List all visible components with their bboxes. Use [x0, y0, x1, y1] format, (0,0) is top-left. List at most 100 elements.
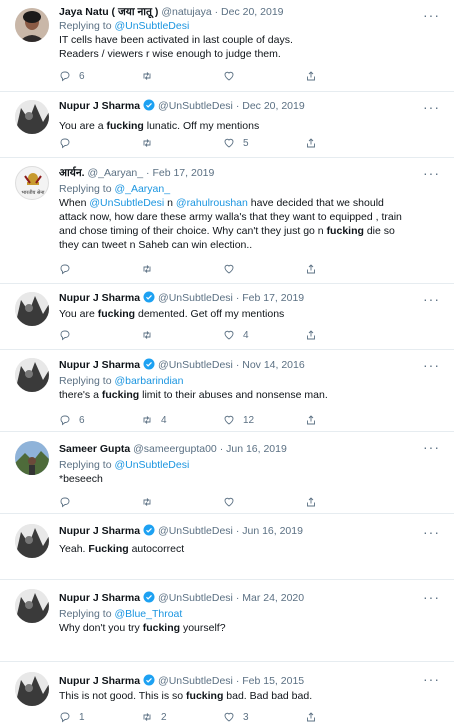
tweet-actions: [59, 495, 389, 509]
reply-button[interactable]: [59, 136, 79, 150]
display-name[interactable]: Nupur J Sharma: [59, 292, 140, 304]
share-button[interactable]: [305, 413, 317, 427]
share-button[interactable]: [305, 495, 317, 509]
retweet-button[interactable]: [141, 262, 161, 276]
display-name[interactable]: Nupur J Sharma: [59, 359, 140, 371]
display-name[interactable]: Nupur J Sharma: [59, 525, 140, 537]
reply-button[interactable]: 1: [59, 710, 85, 724]
share-icon: [307, 138, 315, 148]
army-emblem-avatar[interactable]: भारतीय सेना: [15, 166, 49, 200]
mention-link[interactable]: @_Aaryan_: [114, 183, 170, 195]
user-handle[interactable]: @UnSubtleDesi: [158, 525, 233, 537]
retweet-button[interactable]: 2: [141, 710, 167, 724]
like-button[interactable]: 3: [223, 710, 249, 724]
tweet[interactable]: ··· Nupur J Sharma @UnSubtleDesi · Dec 2…: [0, 92, 454, 158]
user-handle[interactable]: @UnSubtleDesi: [158, 675, 233, 687]
reply-button[interactable]: [59, 262, 79, 276]
tweet-date[interactable]: Dec 20, 2019: [221, 6, 283, 18]
tweet[interactable]: ··· Sameer Gupta @sameergupta00 · Jun 16…: [0, 432, 454, 514]
user-handle[interactable]: @_Aaryan_: [88, 167, 144, 179]
user-handle[interactable]: @UnSubtleDesi: [158, 292, 233, 304]
bw-photo-avatar[interactable]: [15, 672, 49, 706]
retweet-button[interactable]: [141, 495, 161, 509]
retweet-button[interactable]: [141, 136, 161, 150]
share-button[interactable]: [305, 328, 317, 342]
mention-link[interactable]: @Blue_Throat: [114, 608, 182, 620]
retweet-button[interactable]: [141, 69, 161, 83]
tweet-text-part: Yeah.: [59, 543, 89, 555]
display-name[interactable]: Nupur J Sharma: [59, 675, 140, 687]
like-button[interactable]: [223, 495, 243, 509]
like-button[interactable]: [223, 69, 243, 83]
tweet-header: Nupur J Sharma @UnSubtleDesi · Feb 15, 2…: [59, 674, 440, 688]
tweet-date[interactable]: Feb 15, 2015: [242, 675, 304, 687]
tweet-date[interactable]: Jun 16, 2019: [242, 525, 303, 537]
reply-button[interactable]: [59, 328, 79, 342]
display-name[interactable]: Nupur J Sharma: [59, 592, 140, 604]
tweet-date[interactable]: Dec 20, 2019: [242, 100, 304, 112]
verified-badge-icon: [143, 99, 155, 115]
tweet[interactable]: ··· Nupur J Sharma @UnSubtleDesi · Jun 1…: [0, 514, 454, 580]
display-name[interactable]: Jaya Natu ( जया नातू ): [59, 6, 158, 18]
verified-badge-icon: [143, 674, 155, 690]
user-handle[interactable]: @UnSubtleDesi: [158, 592, 233, 604]
share-icon: [307, 71, 315, 81]
reply-button[interactable]: 6: [59, 69, 85, 83]
share-icon: [307, 264, 315, 274]
tweet-date[interactable]: Nov 14, 2016: [242, 359, 304, 371]
retweet-button[interactable]: [141, 328, 161, 342]
bw-photo-avatar[interactable]: [15, 100, 49, 134]
user-handle[interactable]: @UnSubtleDesi: [158, 359, 233, 371]
like-button[interactable]: [223, 262, 243, 276]
avatar-caption: भारतीय सेना: [22, 189, 46, 196]
retweet-icon: [143, 498, 151, 506]
tweet-actions: [59, 262, 389, 276]
mention-link[interactable]: @UnSubtleDesi: [114, 20, 189, 32]
mention-link[interactable]: @rahulroushan: [176, 197, 248, 209]
heart-icon: [224, 330, 234, 340]
reply-count: 1: [79, 711, 85, 723]
user-handle[interactable]: @natujaya: [161, 6, 211, 18]
like-button[interactable]: 5: [223, 136, 249, 150]
tweet-date[interactable]: Feb 17, 2019: [242, 292, 304, 304]
tweet[interactable]: ··· Nupur J Sharma @UnSubtleDesi · Feb 1…: [0, 662, 454, 726]
bw-photo-avatar[interactable]: [15, 292, 49, 326]
mention-link[interactable]: @barbarindian: [114, 375, 183, 387]
share-button[interactable]: [305, 69, 317, 83]
reply-button[interactable]: 6: [59, 413, 85, 427]
mention-link[interactable]: @UnSubtleDesi: [114, 459, 189, 471]
reply-button[interactable]: [59, 495, 79, 509]
reply-icon: [60, 712, 70, 723]
tweet-text-part: have decided that we should: [247, 197, 384, 209]
display-name[interactable]: Nupur J Sharma: [59, 100, 140, 112]
landscape-photo-avatar[interactable]: [15, 441, 49, 475]
share-button[interactable]: [305, 710, 317, 724]
tweet[interactable]: ··· Jaya Natu ( जया नातू ) @natujaya · D…: [0, 0, 454, 92]
tweet-date[interactable]: Feb 17, 2019: [152, 167, 214, 179]
reply-icon: [60, 138, 70, 149]
woman-photo-avatar[interactable]: [15, 8, 49, 42]
tweet-text-part: demented. Get off my mentions: [135, 308, 285, 320]
bw-photo-avatar[interactable]: [15, 589, 49, 623]
tweet[interactable]: भारतीय सेना ··· आर्यन. @_Aaryan_ · Feb 1…: [0, 158, 454, 284]
tweet-date[interactable]: Jun 16, 2019: [226, 443, 287, 455]
bw-photo-avatar[interactable]: [15, 524, 49, 558]
share-button[interactable]: [305, 262, 317, 276]
tweet[interactable]: ··· Nupur J Sharma @UnSubtleDesi · Nov 1…: [0, 350, 454, 432]
share-icon: [307, 330, 315, 340]
highlighted-word: fucking: [142, 622, 181, 634]
like-button[interactable]: 12: [223, 413, 254, 427]
retweet-button[interactable]: 4: [141, 413, 167, 427]
user-handle[interactable]: @UnSubtleDesi: [158, 100, 233, 112]
mention-link[interactable]: @UnSubtleDesi: [89, 197, 164, 209]
retweet-icon: [143, 72, 151, 80]
display-name[interactable]: Sameer Gupta: [59, 443, 130, 455]
bw-photo-avatar[interactable]: [15, 358, 49, 392]
display-name[interactable]: आर्यन.: [59, 167, 85, 179]
user-handle[interactable]: @sameergupta00: [133, 443, 217, 455]
tweet-date[interactable]: Mar 24, 2020: [242, 592, 304, 604]
tweet[interactable]: ··· Nupur J Sharma @UnSubtleDesi · Feb 1…: [0, 284, 454, 350]
share-button[interactable]: [305, 136, 317, 150]
tweet[interactable]: ··· Nupur J Sharma @UnSubtleDesi · Mar 2…: [0, 580, 454, 662]
like-button[interactable]: 4: [223, 328, 249, 342]
